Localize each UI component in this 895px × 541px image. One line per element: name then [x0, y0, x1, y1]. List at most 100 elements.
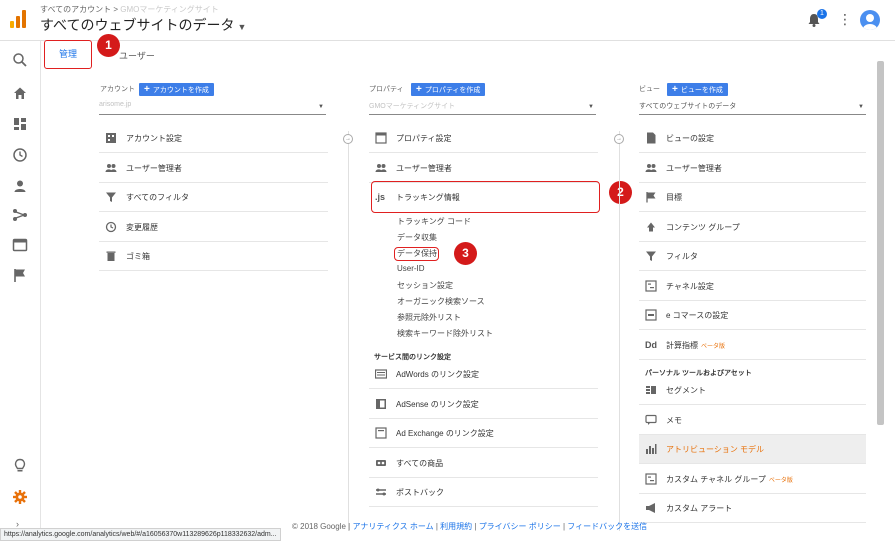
- menu-item-label: メモ: [666, 415, 682, 425]
- menu-item-label: ユーザー管理者: [396, 163, 452, 173]
- footer-link-privacy[interactable]: プライバシー ポリシー: [479, 522, 561, 531]
- breadcrumb[interactable]: すべてのアカウント > GMOマーケティングサイト: [40, 4, 219, 15]
- adwords-icon: [375, 369, 387, 379]
- menu-item[interactable]: セグメント: [639, 376, 866, 405]
- menu-item[interactable]: フィルタ: [639, 242, 866, 271]
- notification-badge: 1: [817, 9, 827, 19]
- more-vert-icon[interactable]: ⋮: [838, 11, 852, 28]
- menu-item[interactable]: Ad Exchange のリンク設定: [369, 419, 598, 448]
- property-select[interactable]: GMOマーケティングサイト ▼: [369, 101, 596, 115]
- menu-item-label: アカウント設定: [126, 134, 182, 143]
- adexchange-icon: [375, 427, 387, 439]
- segment-icon: [646, 386, 656, 394]
- menu-item[interactable]: Dd 計算指標 ベータ版: [639, 331, 866, 360]
- footer-link-feedback[interactable]: フィードバックを送信: [567, 522, 647, 531]
- beta-badge: ベータ版: [768, 477, 793, 484]
- view-column-header: ビュー: [639, 86, 660, 93]
- avatar[interactable]: [860, 10, 880, 30]
- menu-item[interactable]: 変更履歴: [99, 213, 328, 242]
- menu-item-label: e コマースの設定: [666, 311, 729, 320]
- menu-item[interactable]: コンテンツ グループ: [639, 213, 866, 242]
- menu-item-label: すべてのフィルタ: [126, 193, 189, 202]
- menu-item-label: ビューの設定: [666, 134, 714, 143]
- plus-icon: +: [144, 84, 150, 95]
- behavior-icon[interactable]: [12, 237, 28, 253]
- menu-item[interactable]: ビューの設定: [639, 124, 866, 153]
- menu-item-label: すべての商品: [396, 458, 444, 468]
- flag-icon[interactable]: [12, 267, 28, 283]
- create-account-button[interactable]: + アカウントを作成: [139, 83, 214, 96]
- tab-admin[interactable]: 管理: [44, 40, 92, 69]
- menu-item-label: ゴミ箱: [126, 252, 150, 261]
- menu-item-label: アトリビューション モデル: [666, 445, 765, 454]
- flag-icon: [646, 192, 656, 203]
- breadcrumb-all-accounts[interactable]: すべてのアカウント: [40, 5, 111, 14]
- dashboard-icon[interactable]: [12, 116, 28, 132]
- menu-item[interactable]: チャネル設定: [639, 272, 866, 301]
- beta-badge: ベータ版: [701, 343, 726, 350]
- tab-user[interactable]: ユーザー: [119, 49, 155, 62]
- gear-icon[interactable]: [12, 489, 28, 505]
- menu-item-label: プロパティ設定: [396, 134, 452, 143]
- column-divider: [619, 131, 620, 531]
- acquisition-icon[interactable]: [12, 207, 28, 223]
- menu-item[interactable]: カスタム チャネル グループ ベータ版: [639, 465, 866, 494]
- lightbulb-icon[interactable]: [12, 458, 28, 474]
- tracking-sub-item[interactable]: セッション設定: [397, 280, 453, 291]
- scrollbar[interactable]: [877, 61, 884, 425]
- left-nav-rail: ›: [0, 41, 41, 541]
- plus-icon: +: [672, 84, 678, 95]
- menu-item[interactable]: AdSense のリンク設定: [369, 390, 598, 419]
- tracking-sub-item[interactable]: トラッキング コード: [397, 216, 471, 227]
- menu-item[interactable]: すべての商品: [369, 449, 598, 478]
- column-divider: [348, 131, 349, 531]
- arrow-right-icon: →: [343, 134, 353, 144]
- menu-item[interactable]: カスタム アラート: [639, 494, 866, 523]
- create-property-button[interactable]: + プロパティを作成: [411, 83, 486, 96]
- tracking-sub-item[interactable]: データ収集: [397, 232, 437, 243]
- breadcrumb-account[interactable]: GMOマーケティングサイト: [120, 5, 218, 14]
- adsense-icon: [376, 398, 386, 409]
- menu-item-label: カスタム アラート: [666, 504, 733, 513]
- menu-item[interactable]: ゴミ箱: [99, 242, 328, 271]
- search-icon[interactable]: [12, 52, 28, 68]
- home-icon[interactable]: [12, 85, 28, 101]
- tracking-sub-item[interactable]: 参照元除外リスト: [397, 312, 461, 323]
- callout-1: 1: [97, 34, 120, 57]
- clock-icon[interactable]: [12, 147, 28, 163]
- view-selector[interactable]: すべてのウェブサイトのデータ ▼: [40, 15, 246, 35]
- analytics-logo-icon[interactable]: [10, 10, 26, 28]
- plus-icon: +: [416, 84, 422, 95]
- history-icon: [105, 221, 117, 232]
- menu-item[interactable]: ユーザー管理者: [369, 154, 598, 183]
- page-title: すべてのウェブサイトのデータ: [40, 17, 235, 33]
- menu-item[interactable]: ポストバック: [369, 478, 598, 507]
- menu-item[interactable]: メモ: [639, 406, 866, 435]
- tracking-sub-item[interactable]: オーガニック検索ソース: [397, 296, 485, 307]
- footer-link-terms[interactable]: 利用規約: [440, 522, 472, 531]
- menu-item[interactable]: すべてのフィルタ: [99, 183, 328, 212]
- menu-item[interactable]: アトリビューション モデル: [639, 435, 866, 464]
- menu-item-label: チャネル設定: [666, 281, 714, 291]
- footer-link-home[interactable]: アナリティクス ホーム: [352, 522, 433, 531]
- view-select[interactable]: すべてのウェブサイトのデータ ▼: [639, 101, 866, 115]
- menu-item[interactable]: AdWords のリンク設定: [369, 360, 598, 389]
- menu-item-label: Ad Exchange のリンク設定: [396, 429, 494, 438]
- menu-item[interactable]: プロパティ設定: [369, 124, 598, 153]
- menu-item[interactable]: ユーザー管理者: [639, 154, 866, 183]
- tracking-sub-item[interactable]: 検索キーワード除外リスト: [397, 328, 493, 339]
- memo-icon: [645, 414, 657, 425]
- menu-item-label: ユーザー管理者: [666, 163, 722, 173]
- account-select[interactable]: arisome.jp ▼: [99, 101, 326, 115]
- create-view-button[interactable]: + ビューを作成: [667, 83, 728, 96]
- filter-icon: [106, 192, 116, 202]
- menu-item[interactable]: 目標: [639, 183, 866, 212]
- menu-item[interactable]: アカウント設定: [99, 124, 328, 153]
- menu-item[interactable]: e コマースの設定: [639, 301, 866, 330]
- menu-item-label: ポストバック: [396, 488, 444, 497]
- tracking-sub-item[interactable]: User-ID: [397, 264, 425, 273]
- menu-item[interactable]: ユーザー管理者: [99, 154, 328, 183]
- property-column-header: プロパティ: [369, 86, 404, 93]
- person-icon[interactable]: [12, 178, 28, 194]
- menu-item-label: 変更履歴: [126, 222, 158, 232]
